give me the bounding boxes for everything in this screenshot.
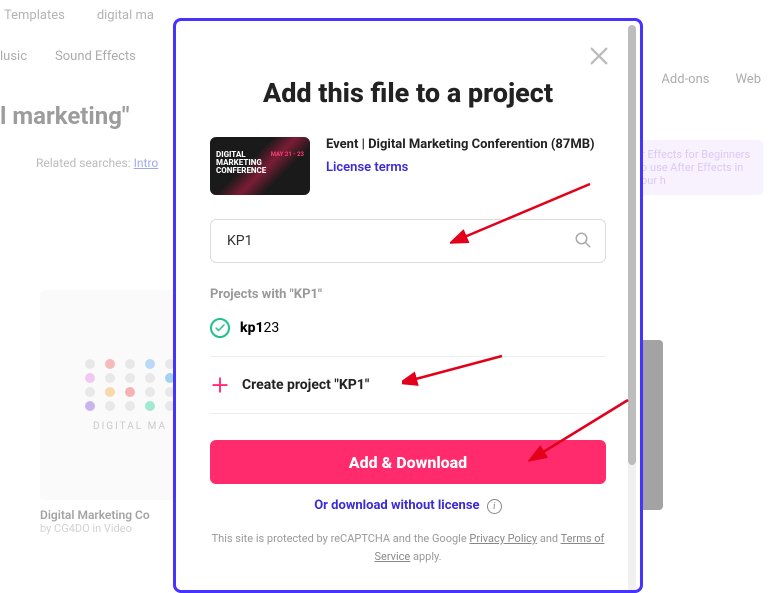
file-summary: DIGITAL MARKETING CONFERENCE MAY 21 - 23… xyxy=(210,137,606,195)
bg-nav-right: Add-ons Web xyxy=(661,72,761,87)
license-terms-link[interactable]: License terms xyxy=(326,160,408,175)
thumb-title: DIGITAL MARKETING CONFERENCE xyxy=(216,151,266,175)
modal-heading: Add this file to a project xyxy=(210,77,606,109)
bg-nav-item: Web xyxy=(735,72,761,87)
project-result-item[interactable]: kp123 xyxy=(210,314,606,357)
search-icon xyxy=(574,231,592,253)
alt-download-label: Or download without license xyxy=(314,498,479,513)
project-name: kp123 xyxy=(240,320,279,336)
plus-icon xyxy=(210,375,230,395)
add-and-download-button[interactable]: Add & Download xyxy=(210,440,606,484)
bg-thumb-label: DIGITAL MA xyxy=(93,421,167,432)
download-without-license-link[interactable]: Or download without license i xyxy=(210,498,606,514)
bg-crumb: Templates xyxy=(4,8,65,23)
bg-promo-banner: r Effects for Beginners o use After Effe… xyxy=(633,140,763,195)
project-search xyxy=(210,219,606,263)
projects-section-label: Projects with "KP1" xyxy=(210,287,606,302)
info-icon: i xyxy=(487,499,502,514)
bg-related-link: Intro xyxy=(134,156,159,170)
bg-nav-item: Add-ons xyxy=(661,72,709,87)
add-to-project-modal: Add this file to a project DIGITAL MARKE… xyxy=(173,18,643,593)
privacy-policy-link[interactable]: Privacy Policy xyxy=(469,532,537,545)
create-project-label: Create project "KP1" xyxy=(242,377,369,393)
bg-promo-line: o use After Effects in our h xyxy=(641,161,755,187)
bg-nav-item: lusic xyxy=(0,49,27,64)
close-button[interactable] xyxy=(588,45,616,73)
bg-related-label: Related searches: xyxy=(36,156,131,170)
create-project-row[interactable]: Create project "KP1" xyxy=(210,357,606,414)
recaptcha-legal: This site is protected by reCAPTCHA and … xyxy=(210,530,606,565)
file-title: Event | Digital Marketing Conferention (… xyxy=(326,137,595,154)
check-icon xyxy=(210,318,230,338)
bg-crumb: digital ma xyxy=(97,8,154,23)
project-search-input[interactable] xyxy=(210,219,606,263)
close-icon xyxy=(588,45,610,67)
thumb-date: MAY 21 - 23 xyxy=(271,151,304,158)
bg-promo-line: r Effects for Beginners xyxy=(641,148,755,161)
file-thumbnail: DIGITAL MARKETING CONFERENCE MAY 21 - 23 xyxy=(210,137,310,195)
scrollbar[interactable] xyxy=(628,25,636,591)
bg-nav-item: Sound Effects xyxy=(55,49,136,64)
